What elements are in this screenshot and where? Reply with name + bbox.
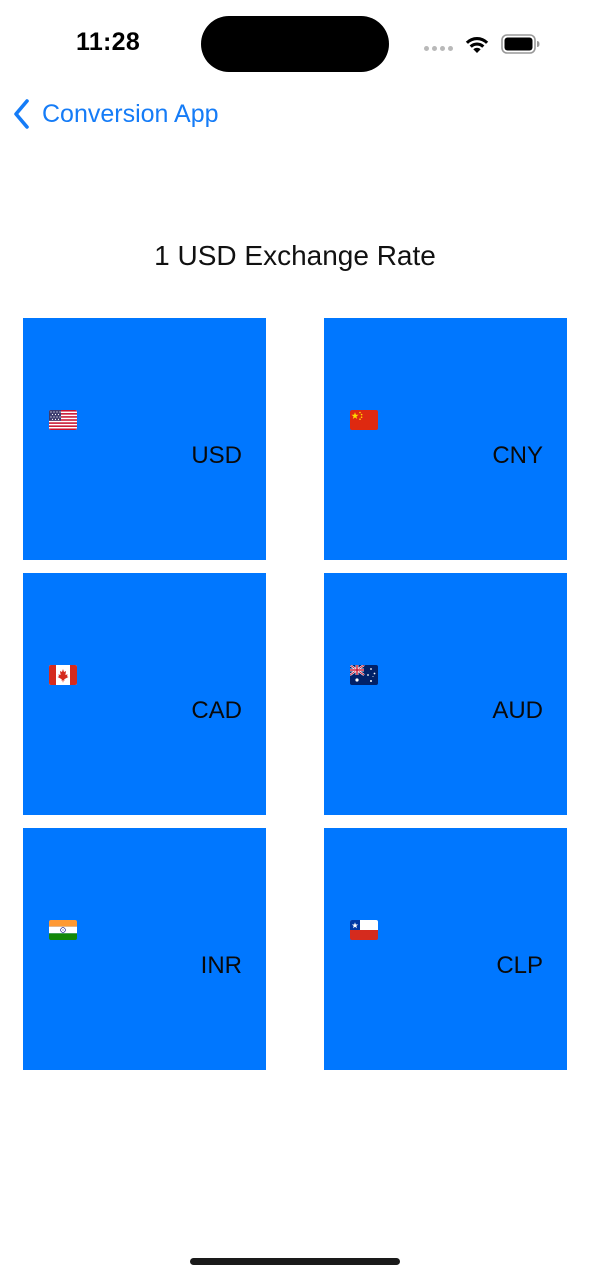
canada-flag-icon [49,665,77,685]
currency-tile-usd[interactable]: USD [23,318,266,560]
us-flag-icon [49,410,77,430]
page-title: 1 USD Exchange Rate [154,240,436,271]
currency-code: CNY [492,442,543,469]
status-time: 11:28 [76,28,141,56]
home-indicator[interactable] [190,1258,400,1265]
wifi-icon [465,37,489,53]
currency-tile-cny[interactable]: CNY [324,318,567,560]
battery-icon [501,34,540,54]
back-button[interactable]: Conversion App [12,96,219,132]
currency-code: CAD [191,697,242,724]
currency-code: CLP [496,952,543,979]
china-flag-icon [350,410,378,430]
dynamic-island [201,16,389,72]
currency-tile-cad[interactable]: CAD [23,573,266,815]
currency-tile-clp[interactable]: CLP [324,828,567,1070]
back-button-label: Conversion App [42,99,219,128]
cellular-signal-icon [424,46,453,51]
australia-flag-icon [350,665,378,685]
currency-code: AUD [492,697,543,724]
currency-code: INR [200,952,242,979]
currency-tile-aud[interactable]: AUD [324,573,567,815]
india-flag-icon [49,920,77,940]
currency-code: USD [191,442,242,469]
chile-flag-icon [350,920,378,940]
chevron-left-icon [14,99,29,129]
currency-tile-inr[interactable]: INR [23,828,266,1070]
